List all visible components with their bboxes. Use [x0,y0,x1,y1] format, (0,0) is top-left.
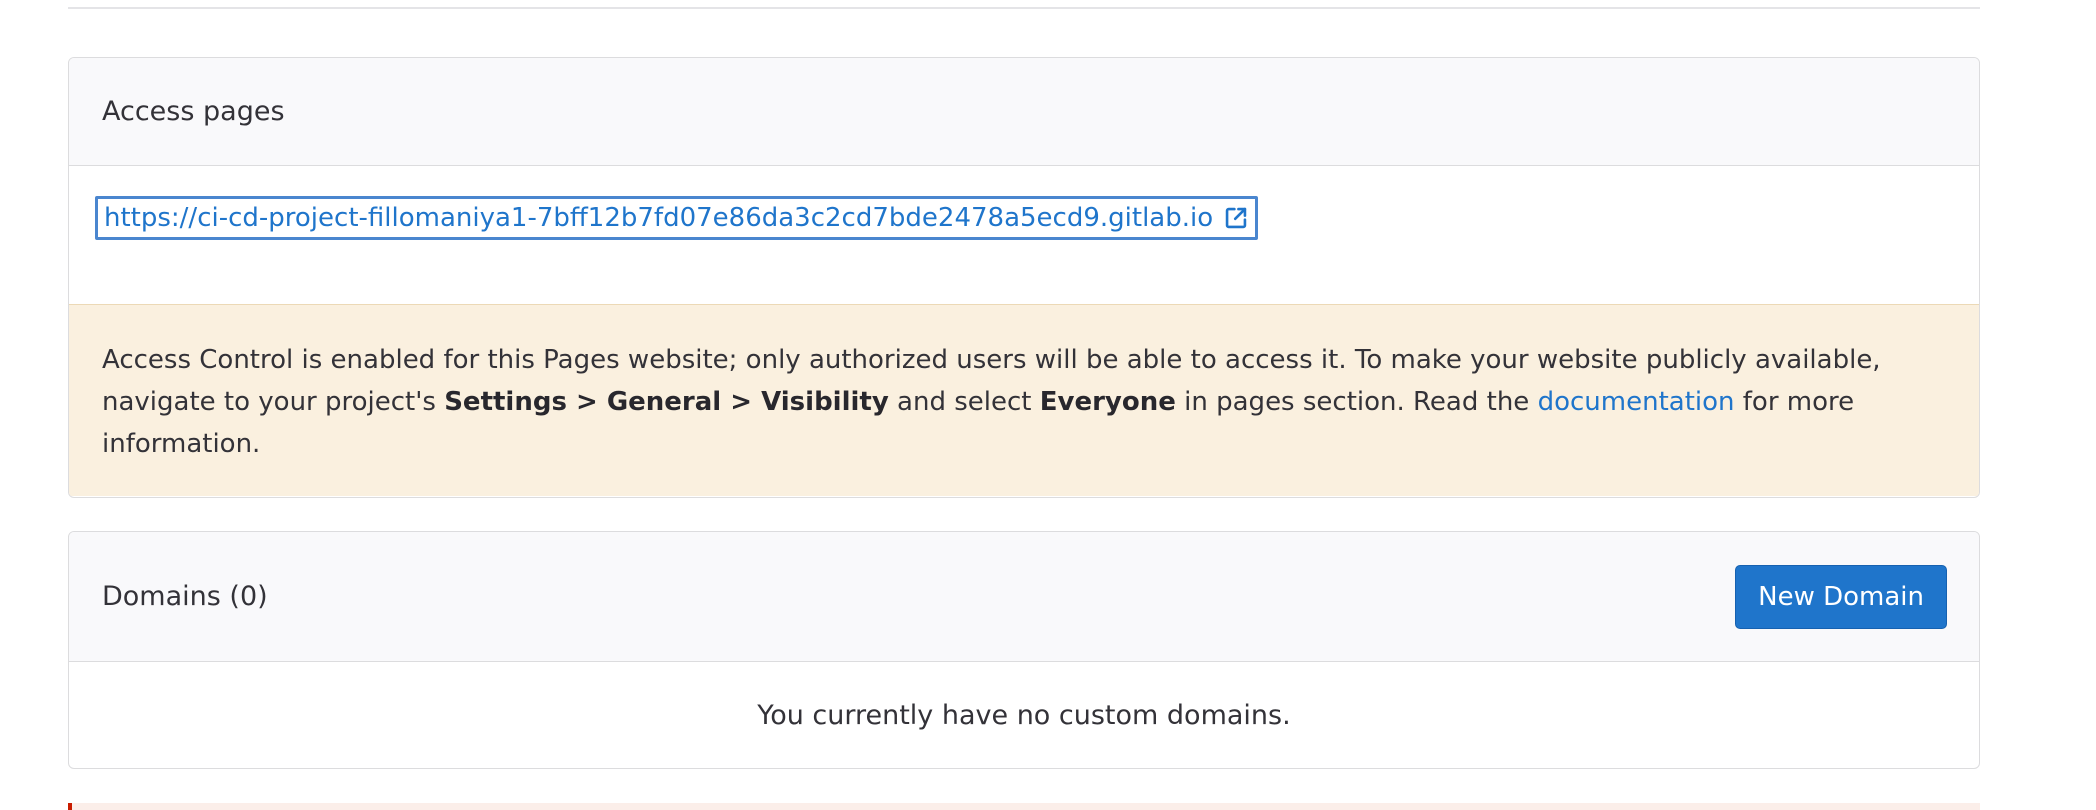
pages-url-text: https://ci-cd-project-fillomaniya1-7bff1… [104,203,1214,233]
alert-settings-path: Settings > General > Visibility [444,387,889,417]
domains-card: Domains (0) New Domain You currently hav… [68,531,1980,769]
domains-header: Domains (0) New Domain [69,532,1979,662]
access-pages-header: Access pages [69,58,1979,166]
alert-everyone: Everyone [1039,387,1176,417]
alert-text-3: in pages section. Read the [1175,387,1538,417]
external-link-icon [1225,207,1247,229]
domains-empty-message: You currently have no custom domains. [757,699,1291,731]
top-divider [68,7,1980,9]
domains-empty-state: You currently have no custom domains. [69,662,1979,768]
new-domain-button[interactable]: New Domain [1735,564,1947,629]
pages-url-row: https://ci-cd-project-fillomaniya1-7bff1… [69,166,1979,304]
alert-text-2: and select [888,387,1040,417]
danger-alert-strip [68,803,1980,810]
access-pages-title: Access pages [102,96,285,127]
pages-url-link[interactable]: https://ci-cd-project-fillomaniya1-7bff1… [95,196,1259,240]
access-pages-card: Access pages https://ci-cd-project-fillo… [68,57,1980,498]
pages-settings: Access pages https://ci-cd-project-fillo… [0,0,2096,810]
documentation-link[interactable]: documentation [1538,387,1735,417]
access-control-alert: Access Control is enabled for this Pages… [69,304,1979,496]
domains-title: Domains (0) [102,581,268,612]
